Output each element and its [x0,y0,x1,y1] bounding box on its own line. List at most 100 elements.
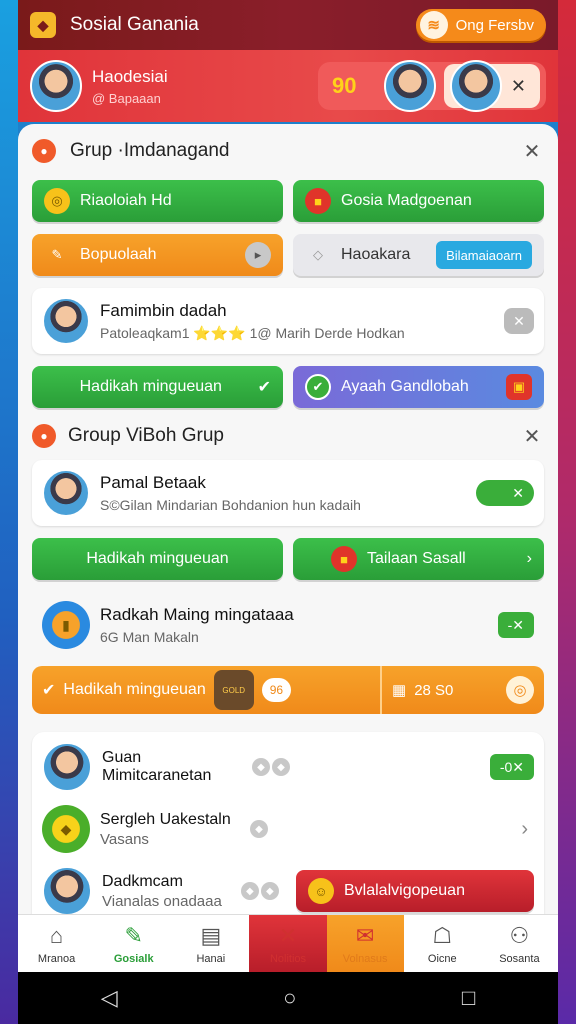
action-button-label: Bvlalalvigopeuan [344,882,465,899]
nav-home[interactable]: ⌂ Mranoa [18,915,95,972]
list-item[interactable]: Guan Mimitcaranetan ◆ ◆ -0✕ [42,736,534,798]
reward-bar-left: ✔ Hadikah mingueuan GOLD 96 [32,666,380,714]
gold-bar-icon: GOLD [213,670,254,710]
system-nav-bar: ◁ ○ □ [18,972,558,1024]
nav-hanai[interactable]: ▤ Hanai [172,915,249,972]
user-icon: ⚇ [509,922,530,948]
avatar[interactable] [384,60,436,112]
button-row: ◎ Riaoloiah Hd ■ Gosia Madgoenan [32,180,544,222]
nav-label: Gosialk [113,952,154,965]
haoakara-button[interactable]: ◇ Haoakara Bilamaiaoarn [293,234,544,276]
member-subtitle: Patoleaqkam1 ⭐⭐⭐ 1@ Marih Derde Hodkan [100,324,405,341]
tailaan-button[interactable]: ■ Tailaan Sasall › [293,538,544,580]
reaction-icon: ◆ [272,758,290,776]
chevron-right-icon[interactable]: › [521,818,528,841]
coin-icon: ◆ [42,805,90,853]
list-item[interactable]: Famimbin dadah Patoleaqkam1 ⭐⭐⭐ 1@ Marih… [32,288,544,354]
status-badge[interactable]: -✕ [497,612,534,638]
riaoloiah-button[interactable]: ◎ Riaoloiah Hd [32,180,283,222]
play-icon: ▸ [245,242,271,268]
pencil-icon: ✎ [124,922,143,948]
chest-icon: ▦ [392,682,407,699]
close-icon[interactable]: ✕ [504,308,534,334]
list-info: Dadkmcam Vianalas onadaaa [102,873,231,910]
profile-handle: @ Bapaaan [92,90,161,106]
pencil-icon: ✎ [51,247,63,262]
check-circle-icon: ✔ [305,374,331,400]
item-subtitle: 6G Man Makaln [100,629,199,645]
list-item[interactable]: Pamal Betaak S©Gilan Mindarian Bohdanion… [32,460,544,526]
list-item[interactable]: ◆ Sergleh Uakestaln Vasans ◆ › [42,798,534,860]
chest-icon: ▣ [506,374,532,400]
home-icon: ⌂ [49,922,64,948]
reward-score: 28 S0 [414,681,454,699]
target-icon[interactable]: ◎ [506,676,534,704]
hadikah-label: Hadikah mingueuan [79,378,222,395]
haoakara-chip[interactable]: Bilamaiaoarn [436,241,532,269]
gift-icon: ■ [305,188,331,214]
friend-chip[interactable]: ✕ [444,60,540,112]
avatar [42,866,92,916]
list-item[interactable]: ▮ Radkah Maing mingataaa 6G Man Makaln -… [32,592,544,658]
recents-icon[interactable]: □ [462,985,475,1011]
bopuolaah-label: Bopuolaah [80,246,157,263]
header-pill-button[interactable]: ≋ Ong Fersbv [415,9,546,41]
profile-name: Haodesiai [92,66,168,86]
profile-header: Haodesiai @ Bapaaan 90 ✕ [18,50,558,122]
button-row: Hadikah mingueuan ✔ ✔ Ayaah Gandlobah ▣ [32,366,544,408]
gosia-button[interactable]: ■ Gosia Madgoenan [293,180,544,222]
list-item[interactable]: Dadkmcam Vianalas onadaaa ◆ ◆ ☺ Bvlalalv… [42,860,534,922]
hadikah-button[interactable]: Hadikah mingueuan [32,538,283,580]
reward-bar-label: Hadikah mingueuan [63,681,206,698]
group-header: ● Group ViBoh Grup ✕ [32,418,544,454]
riaoloiah-label: Riaoloiah Hd [80,192,172,209]
coin-icon: ◎ [44,188,70,214]
group-card: ● Grup ·Imdanagand ✕ ◎ Riaoloiah Hd ■ Go… [18,124,558,926]
reward-bar[interactable]: ✔ Hadikah mingueuan GOLD 96 ▦ 28 S0 ◎ [32,666,544,714]
nav-group[interactable]: ☖ Oicne [404,915,481,972]
close-icon[interactable]: ✕ [520,139,544,164]
member-toggle[interactable]: ✕ [476,480,534,506]
list-subtitle: Mimitcaranetan [102,767,212,784]
avatar [42,297,90,345]
nav-label: Mranoa [37,952,76,965]
nav-label: Hanai [196,952,226,965]
haoakara-label: Haoakara [341,246,411,263]
coin-stack-icon: ▮ [42,601,90,649]
close-icon[interactable]: ✕ [520,424,544,449]
ayaah-button[interactable]: ✔ Ayaah Gandlobah ▣ [293,366,544,408]
nav-notices[interactable]: ✕ Nolitios [249,915,327,972]
nav-profile[interactable]: ⚇ Sosanta [481,915,558,972]
app-title: Sosial Ganania [70,14,199,35]
reaction-icons: ◆ ◆ [240,882,296,900]
member-name: Famimbin dadah [100,300,227,320]
avatar[interactable] [30,60,82,112]
tailaan-label: Tailaan Sasall [367,550,466,567]
nav-label: Nolitios [269,952,307,965]
ayaah-label: Ayaah Gandlobah [341,378,469,395]
back-icon[interactable]: ◁ [101,985,118,1011]
smile-icon: ☺ [308,878,334,904]
reaction-icon: ◆ [252,758,270,776]
status-badge[interactable]: -0✕ [489,754,534,780]
reaction-icons: ◆ [250,820,310,838]
check-icon: ✔ [42,682,56,699]
check-icon: ✔ [257,379,271,396]
item-info: Radkah Maing mingataaa 6G Man Makaln [100,605,498,645]
group-title: Group ViBoh Grup [68,425,224,446]
bopuolaah-button[interactable]: ✎ Bopuolaah ▸ [32,234,283,276]
nav-social[interactable]: ✎ Gosialk [95,915,172,972]
group-icon: ● [32,424,56,448]
hadikah-button[interactable]: Hadikah mingueuan ✔ [32,366,283,408]
home-button-icon[interactable]: ○ [283,985,296,1011]
group-title: Grup ·Imdanagand [70,140,230,161]
nav-messages[interactable]: ✉ Volnasus [326,915,404,972]
app-screen: ◆ Sosial Ganania ≋ Ong Fersbv Haodesiai … [18,0,558,1024]
member-info: Famimbin dadah Patoleaqkam1 ⭐⭐⭐ 1@ Marih… [100,301,504,342]
button-row: ✎ Bopuolaah ▸ ◇ Haoakara Bilamaiaoarn [32,234,544,276]
action-button[interactable]: ☺ Bvlalalvigopeuan [296,870,534,912]
close-icon[interactable]: ✕ [511,76,526,97]
list-subtitle: Vasans [100,830,149,848]
list-name: Guan [102,749,142,766]
nav-label: Oicne [427,952,457,965]
